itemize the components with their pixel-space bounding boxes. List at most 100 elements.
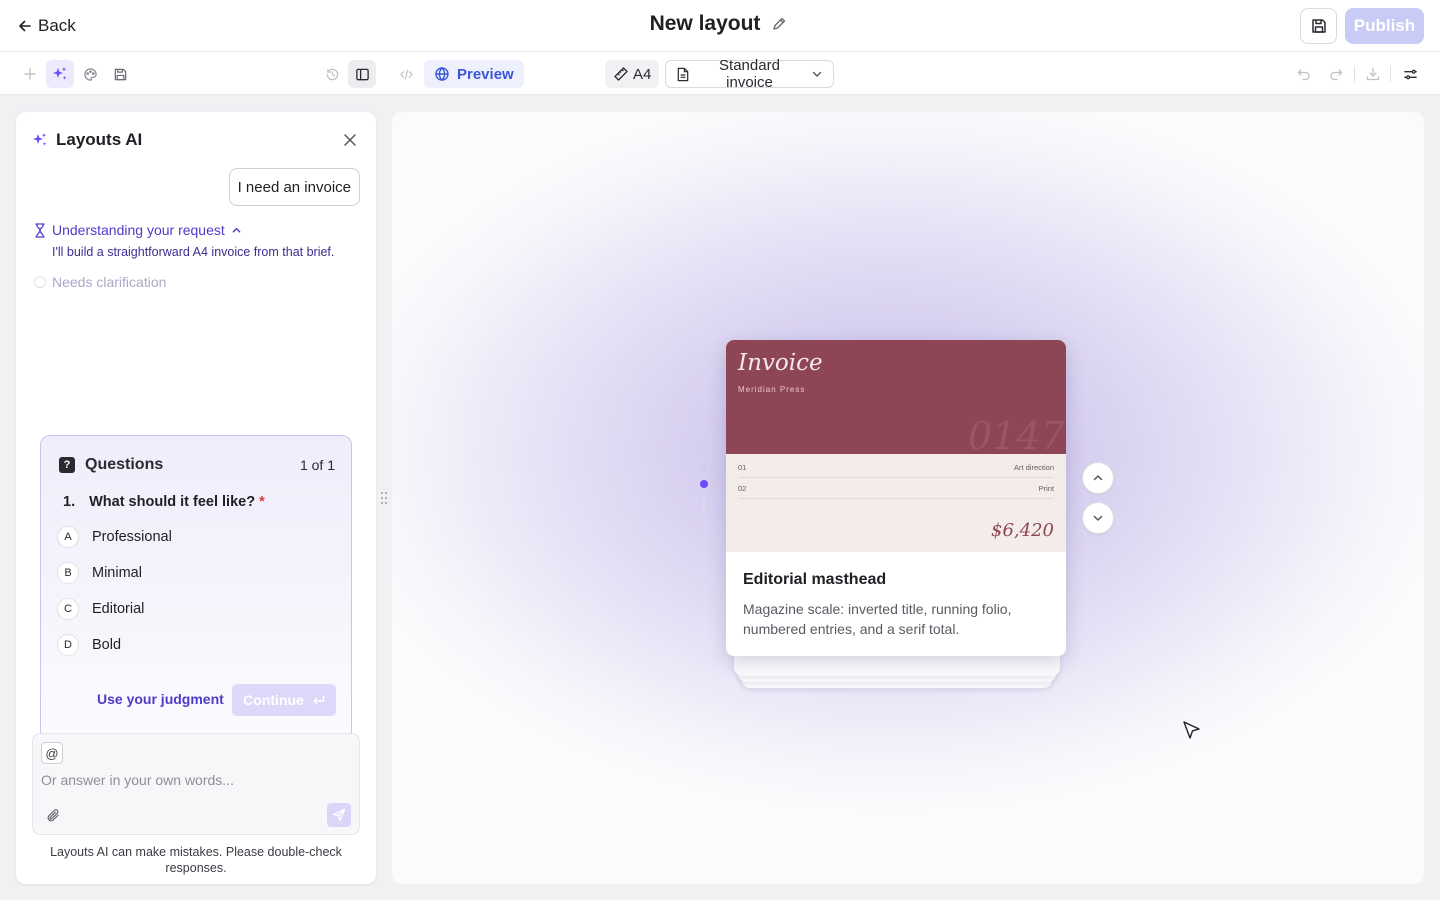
continue-button[interactable]: Continue [232,684,336,716]
row-number: 02 [738,484,747,493]
undo-button[interactable] [1290,60,1318,88]
question-text: 1. What should it feel like? * [63,494,265,510]
page-size-label: A4 [633,65,652,83]
layout-option-card[interactable]: Invoice Meridian Press 0147 01 Art direc… [726,340,1066,656]
code-icon [399,67,414,82]
preview-button[interactable]: Preview [424,60,524,88]
template-select[interactable]: Standard invoice [665,57,834,91]
download-button[interactable] [1359,60,1387,88]
ai-assistant-button[interactable] [46,60,74,88]
close-panel-button[interactable] [339,129,361,151]
option-label: Bold [92,637,122,653]
pending-step-label: Needs clarification [52,274,167,290]
previous-layout-button[interactable] [1082,462,1114,494]
globe-icon [434,66,450,82]
back-label: Back [38,16,76,35]
top-bar: Back New layout Publish [0,0,1440,52]
option-professional[interactable]: A Professional [57,525,172,549]
enter-key-icon [312,694,325,706]
message-composer: @ [32,733,360,835]
toolbar-divider [1390,66,1391,82]
pending-circle-icon [34,276,46,288]
questions-card: ? Questions 1 of 1 1. What should it fee… [40,435,352,735]
layout-name: Editorial masthead [743,571,887,588]
send-button[interactable] [327,803,351,827]
mention-button[interactable]: @ [41,742,63,764]
ruler-icon [613,66,629,82]
toolbar-divider [1354,66,1355,82]
undo-icon [1297,67,1311,81]
pencil-icon [771,16,787,32]
option-editorial[interactable]: C Editorial [57,597,144,621]
layout-description: Magazine scale: inverted title, running … [743,601,1012,637]
document-icon [676,67,690,82]
option-label: Minimal [92,565,142,581]
carousel-dot-active[interactable] [700,480,708,488]
option-label: Professional [92,529,172,545]
invoice-row: 01 Art direction [738,458,1054,478]
preview-canvas: Invoice Meridian Press 0147 01 Art direc… [392,112,1424,884]
floppy-disk-icon [113,67,128,82]
option-label: Editorial [92,601,145,617]
preview-label: Preview [457,65,514,83]
row-item: Print [1038,484,1054,493]
questions-header: ? Questions [59,456,163,474]
questions-count: 1 of 1 [299,457,335,473]
invoice-company: Meridian Press [738,385,806,394]
chevron-down-icon [811,68,823,80]
editor-toolbar: Preview A4 Standard invoice [0,52,1440,95]
save-draft-button[interactable] [106,60,134,88]
redo-button[interactable] [1322,60,1350,88]
publish-button[interactable]: Publish [1345,8,1424,44]
row-item: Art direction [1013,463,1054,472]
chevron-down-icon [1092,512,1104,524]
option-letter: A [57,526,79,548]
questions-title: Questions [85,456,164,473]
status-toggle[interactable]: Understanding your request [34,222,242,238]
option-bold[interactable]: D Bold [57,633,121,657]
pending-step: Needs clarification [34,274,166,290]
invoice-masthead: Invoice Meridian Press 0147 [726,340,1066,454]
page-title: New layout [649,12,761,35]
status-title: Understanding your request [52,222,225,238]
ai-panel-header: Layouts AI [32,130,142,150]
invoice-title: Invoice [738,350,823,376]
use-judgment-button[interactable]: Use your judgment [97,691,224,707]
row-number: 01 [738,463,747,472]
option-letter: D [57,634,79,656]
page-size-button[interactable]: A4 [605,60,660,88]
sparkles-icon [52,66,68,82]
sparkles-icon [32,132,48,148]
continue-label: Continue [243,692,304,708]
toggle-sidebar-button[interactable] [348,60,376,88]
user-message: I need an invoice [228,168,360,206]
option-letter: C [57,598,79,620]
title-group: New layout [0,12,1440,36]
save-button[interactable] [1300,8,1337,44]
invoice-row: 02 Print [738,479,1054,499]
invoice-folio: 0147 [968,414,1065,454]
attach-button[interactable] [43,805,63,825]
required-mark: * [259,494,265,510]
theme-button[interactable] [76,60,104,88]
hourglass-icon [34,222,46,238]
add-element-button[interactable] [16,60,44,88]
invoice-total: $6,420 [991,520,1054,541]
plus-icon [23,67,37,81]
next-layout-button[interactable] [1082,502,1114,534]
back-button[interactable]: Back [14,12,80,40]
history-button[interactable] [318,60,346,88]
ai-panel-title: Layouts AI [56,130,143,149]
template-label: Standard invoice [719,57,780,91]
ai-disclaimer: Layouts AI can make mistakes. Please dou… [50,845,342,875]
invoice-body: 01 Art direction 02 Print $6,420 [726,454,1066,552]
edit-title-button[interactable] [768,13,790,35]
answer-input[interactable] [41,772,341,788]
palette-icon [83,67,98,82]
option-minimal[interactable]: B Minimal [57,561,142,585]
carousel-dot[interactable] [701,466,707,472]
code-view-button[interactable] [392,60,420,88]
settings-button[interactable] [1396,60,1424,88]
carousel-track [703,496,705,514]
panel-resize-handle[interactable] [379,489,389,507]
